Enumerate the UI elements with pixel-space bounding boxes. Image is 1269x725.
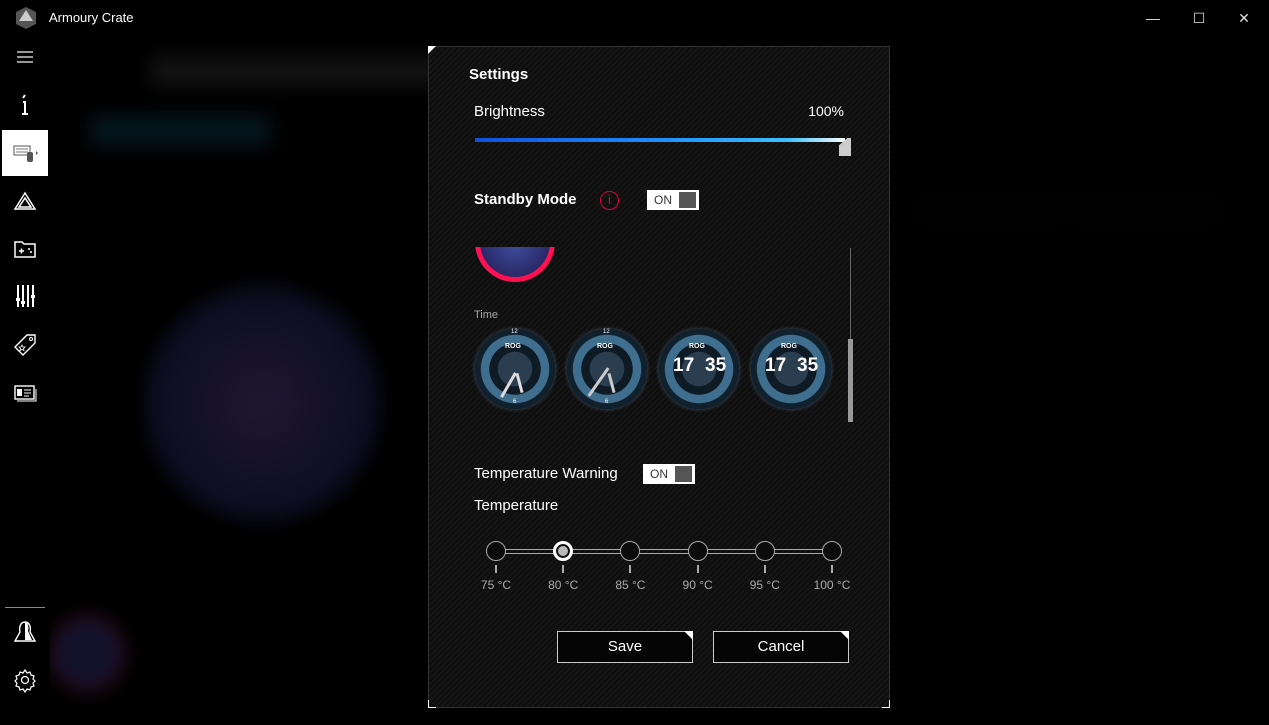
toggle-knob bbox=[675, 466, 692, 482]
temperature-option-label: 80 °C bbox=[548, 578, 579, 592]
menu-button[interactable] bbox=[2, 34, 48, 80]
title-bar: Armoury Crate — ☐ ✕ bbox=[0, 0, 1269, 36]
info-icon bbox=[22, 94, 28, 115]
sidebar-item-game-library[interactable] bbox=[2, 226, 48, 272]
close-button[interactable]: ✕ bbox=[1234, 8, 1254, 28]
corner-accent bbox=[882, 700, 890, 708]
slider-tick bbox=[831, 565, 833, 573]
clock-numeral: 12 bbox=[603, 329, 610, 335]
clock-numeral: 6 bbox=[605, 399, 609, 405]
clock-numeral: 6 bbox=[513, 399, 517, 405]
slider-tick bbox=[696, 565, 699, 573]
temperature-slider-track[interactable] bbox=[496, 549, 832, 554]
news-icon bbox=[14, 385, 37, 402]
sidebar-divider bbox=[5, 607, 45, 608]
app-logo-icon bbox=[16, 7, 36, 29]
scrollbar-thumb[interactable] bbox=[848, 339, 853, 422]
temperature-option-label: 90 °C bbox=[682, 578, 713, 592]
settings-dialog: Settings Brightness 100% Standby Mode i … bbox=[428, 46, 890, 708]
settings-icon bbox=[14, 668, 36, 693]
temperature-option-95[interactable] bbox=[754, 541, 775, 561]
sidebar-item-devices[interactable] bbox=[2, 130, 48, 176]
temperature-option-label: 95 °C bbox=[749, 578, 780, 592]
clock-option-analog[interactable]: ROG 12 6 bbox=[567, 329, 647, 409]
minimize-button[interactable]: — bbox=[1143, 8, 1163, 28]
game-library-icon bbox=[14, 241, 36, 258]
standby-image-list: Time ROG 12 6 ROG 12 6 ROG 17 35 ROG 17 35 bbox=[469, 247, 859, 422]
menu-icon bbox=[17, 51, 33, 63]
corner-accent bbox=[428, 700, 436, 708]
sidebar-item-info[interactable] bbox=[2, 82, 48, 128]
brightness-slider-track[interactable] bbox=[475, 138, 845, 142]
tag-icon bbox=[14, 334, 36, 356]
clock-minute: 35 bbox=[797, 355, 819, 376]
temperature-option-75[interactable] bbox=[486, 541, 506, 561]
sidebar-item-aura-sync[interactable] bbox=[2, 179, 48, 225]
temperature-label: Temperature bbox=[474, 497, 559, 514]
devices-icon bbox=[13, 145, 38, 162]
clock-badge: ROG bbox=[597, 343, 613, 350]
toggle-label: ON bbox=[654, 193, 672, 207]
corner-accent bbox=[428, 46, 436, 54]
slider-tick bbox=[562, 565, 565, 573]
toggle-label: ON bbox=[650, 467, 668, 481]
temperature-option-label: 75 °C bbox=[480, 578, 512, 592]
sidebar-item-settings[interactable] bbox=[2, 657, 48, 703]
clock-badge: ROG bbox=[689, 343, 705, 350]
standby-image-republic-of-gamers[interactable] bbox=[475, 247, 555, 282]
aura-sync-icon bbox=[13, 191, 37, 210]
clock-badge: ROG bbox=[781, 343, 797, 350]
dialog-title: Settings bbox=[469, 66, 529, 83]
brightness-value: 100% bbox=[808, 103, 844, 119]
maximize-button[interactable]: ☐ bbox=[1189, 8, 1209, 28]
sidebar-item-user-center[interactable] bbox=[2, 609, 48, 655]
sidebar-item-scenario-profiles[interactable] bbox=[2, 273, 48, 319]
sidebar-item-deals[interactable] bbox=[2, 322, 48, 368]
temperature-warning-label: Temperature Warning bbox=[474, 465, 618, 482]
slider-tick bbox=[629, 565, 632, 573]
sidebar-item-news[interactable] bbox=[2, 370, 48, 416]
slider-tick bbox=[763, 565, 766, 573]
temperature-option-90[interactable] bbox=[687, 541, 708, 561]
info-icon[interactable]: i bbox=[600, 191, 619, 210]
save-button[interactable]: Save bbox=[557, 631, 693, 663]
clock-option-digital[interactable]: ROG 17 35 bbox=[751, 329, 831, 409]
temperature-option-label: 100 °C bbox=[813, 578, 851, 592]
toggle-knob bbox=[679, 192, 696, 208]
brightness-label: Brightness bbox=[474, 103, 545, 120]
standby-mode-toggle[interactable]: ON bbox=[647, 190, 699, 210]
cancel-label: Cancel bbox=[757, 638, 805, 655]
temperature-option-label: 85 °C bbox=[615, 578, 646, 592]
sliders-icon bbox=[16, 285, 35, 307]
clock-numeral: 12 bbox=[511, 329, 518, 335]
app-title: Armoury Crate bbox=[49, 10, 134, 25]
save-label: Save bbox=[607, 638, 643, 655]
clock-minute: 35 bbox=[705, 355, 727, 376]
slider-tick bbox=[495, 565, 497, 573]
temperature-option-85[interactable] bbox=[620, 541, 641, 561]
clock-hour: 17 bbox=[673, 355, 695, 376]
cancel-button[interactable]: Cancel bbox=[713, 631, 849, 663]
clock-option-digital[interactable]: ROG 17 35 bbox=[659, 329, 739, 409]
clock-option-analog[interactable]: ROG 12 6 bbox=[475, 329, 555, 409]
time-label: Time bbox=[474, 309, 499, 321]
standby-mode-label: Standby Mode bbox=[474, 191, 577, 208]
temperature-option-100[interactable] bbox=[822, 541, 842, 561]
clock-hour: 17 bbox=[765, 355, 787, 376]
user-center-icon bbox=[13, 621, 37, 642]
temperature-warning-toggle[interactable]: ON bbox=[643, 464, 695, 484]
clock-badge: ROG bbox=[505, 343, 521, 350]
temperature-option-80[interactable] bbox=[553, 541, 574, 561]
